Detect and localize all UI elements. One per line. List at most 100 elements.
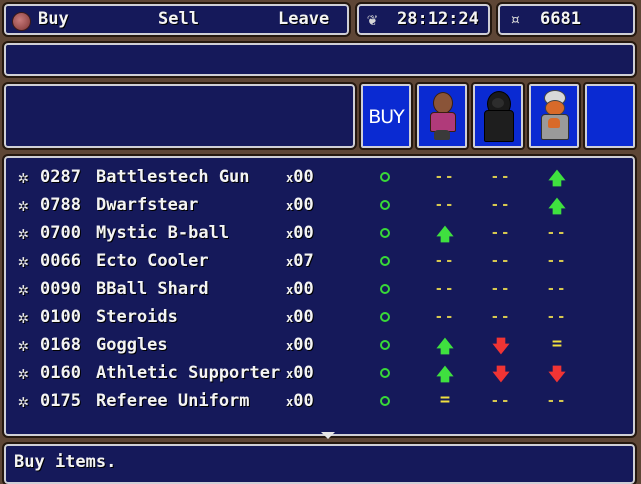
item-name: Referee Uniform: [96, 391, 250, 411]
item-quantity: x00: [286, 195, 314, 215]
equipment-icon: ✲: [18, 223, 29, 244]
compare-dash-icon: --: [546, 281, 568, 297]
compare-dash-icon: --: [434, 253, 456, 269]
leave-command[interactable]: Leave: [278, 9, 329, 29]
equippable-icon: [380, 340, 390, 350]
money-panel: ¤ 6681: [496, 2, 637, 37]
compare-down-icon: 🡇: [492, 365, 510, 385]
compare-dash-icon: --: [546, 225, 568, 241]
compare-up-icon: 🡅: [436, 337, 454, 357]
compare-dash-icon: --: [434, 197, 456, 213]
equipment-icon: ✲: [18, 251, 29, 272]
compare-dash-icon: --: [490, 169, 512, 185]
equipment-icon: ✲: [18, 335, 29, 356]
play-time-panel: ❦ 28:12:24: [355, 2, 492, 37]
equippable-icon: [380, 228, 390, 238]
equippable-icon: [380, 396, 390, 406]
table-row[interactable]: ✲ 0700 Mystic B-ball x00 🡅 -- --: [6, 220, 633, 248]
compare-dash-icon: --: [490, 309, 512, 325]
table-row[interactable]: ✲ 0287 Battlestech Gun x00 -- -- 🡅: [6, 164, 633, 192]
item-quantity: x00: [286, 279, 314, 299]
party-slot-empty: [583, 82, 637, 150]
table-row[interactable]: ✲ 0160 Athletic Supporter x00 🡅 🡇 🡇: [6, 360, 633, 388]
sell-command[interactable]: Sell: [158, 9, 199, 29]
table-row[interactable]: ✲ 0100 Steroids x00 -- -- --: [6, 304, 633, 332]
compare-eq-icon: =: [439, 390, 451, 410]
item-name: Battlestech Gun: [96, 167, 250, 187]
item-name: Mystic B-ball: [96, 223, 230, 243]
compare-down-icon: 🡇: [492, 337, 510, 357]
equipment-icon: ✲: [18, 307, 29, 328]
table-row[interactable]: ✲ 0090 BBall Shard x00 -- -- --: [6, 276, 633, 304]
party-member-3[interactable]: [527, 82, 581, 150]
item-quantity: x00: [286, 363, 314, 383]
play-time: 28:12:24: [397, 9, 479, 29]
table-row[interactable]: ✲ 0788 Dwarfstear x00 -- -- 🡅: [6, 192, 633, 220]
equippable-icon: [380, 368, 390, 378]
item-code: 0168: [40, 335, 81, 355]
party-member-1[interactable]: [415, 82, 469, 150]
compare-dash-icon: --: [546, 309, 568, 325]
item-name: Goggles: [96, 335, 168, 355]
command-menu: Buy Sell Leave: [2, 2, 351, 37]
compare-dash-icon: --: [434, 281, 456, 297]
equippable-icon: [380, 284, 390, 294]
character-sprite-1: [427, 90, 457, 142]
table-row[interactable]: ✲ 0168 Goggles x00 🡅 🡇 =: [6, 332, 633, 360]
item-code: 0175: [40, 391, 81, 411]
buy-command[interactable]: Buy: [38, 9, 69, 29]
compare-dash-icon: --: [434, 169, 456, 185]
buy-label: BUY: [368, 106, 405, 128]
help-bar: Buy items.: [2, 442, 637, 484]
compare-dash-icon: --: [490, 225, 512, 241]
character-sprite-3: [539, 90, 569, 142]
equipment-icon: ✲: [18, 279, 29, 300]
buy-slot: BUY: [359, 82, 413, 150]
shop-info-panel: [2, 82, 357, 150]
money-amount: 6681: [540, 9, 581, 29]
item-name: Ecto Cooler: [96, 251, 209, 271]
item-code: 0160: [40, 363, 81, 383]
compare-dash-icon: --: [490, 197, 512, 213]
item-name: BBall Shard: [96, 279, 209, 299]
item-code: 0287: [40, 167, 81, 187]
table-row[interactable]: ✲ 0066 Ecto Cooler x07 -- -- --: [6, 248, 633, 276]
character-sprite-2: [483, 90, 514, 142]
help-text: Buy items.: [14, 452, 117, 472]
equippable-icon: [380, 312, 390, 322]
compare-dash-icon: --: [434, 309, 456, 325]
item-code: 0788: [40, 195, 81, 215]
compare-dash-icon: --: [546, 393, 568, 409]
item-name: Dwarfstear: [96, 195, 199, 215]
compare-down-icon: 🡇: [548, 365, 566, 385]
item-quantity: x00: [286, 167, 314, 187]
table-row[interactable]: ✲ 0175 Referee Uniform x00 = -- --: [6, 388, 633, 416]
item-code: 0090: [40, 279, 81, 299]
compare-dash-icon: --: [490, 281, 512, 297]
item-quantity: x00: [286, 223, 314, 243]
item-code: 0100: [40, 307, 81, 327]
compare-dash-icon: --: [546, 253, 568, 269]
item-quantity: x00: [286, 307, 314, 327]
currency-icon: ¤: [510, 10, 521, 30]
compare-up-icon: 🡅: [436, 225, 454, 245]
equippable-icon: [380, 200, 390, 210]
equipment-icon: ✲: [18, 391, 29, 412]
scroll-down-indicator[interactable]: [321, 432, 335, 439]
item-code: 0700: [40, 223, 81, 243]
item-quantity: x07: [286, 251, 314, 271]
compare-dash-icon: --: [490, 253, 512, 269]
item-description-panel: [2, 41, 637, 78]
compare-dash-icon: --: [490, 393, 512, 409]
equipment-icon: ✲: [18, 363, 29, 384]
equipment-icon: ✲: [18, 167, 29, 188]
compare-up-icon: 🡅: [436, 365, 454, 385]
compare-up-icon: 🡅: [548, 169, 566, 189]
party-member-2[interactable]: [471, 82, 525, 150]
item-quantity: x00: [286, 335, 314, 355]
bag-icon: [12, 12, 31, 31]
equipment-icon: ✲: [18, 195, 29, 216]
compare-up-icon: 🡅: [548, 197, 566, 217]
item-quantity: x00: [286, 391, 314, 411]
item-code: 0066: [40, 251, 81, 271]
